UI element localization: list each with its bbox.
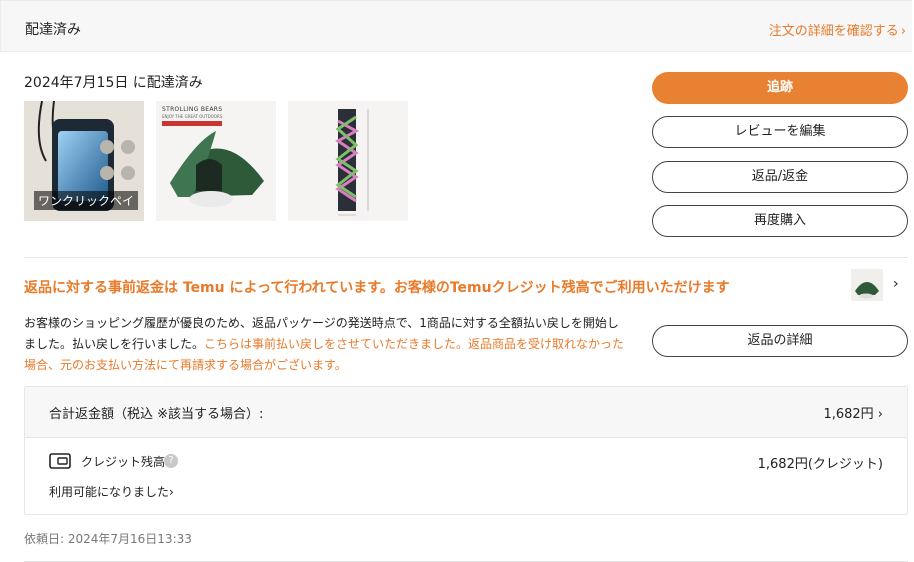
tent-mini-image xyxy=(851,269,883,301)
chevron-right-icon[interactable]: › xyxy=(893,276,899,292)
refund-info-title: 返品に対する事前返金は Temu によって行われています。お客様のTemuクレジ… xyxy=(24,280,730,296)
chevron-right-icon: › xyxy=(169,485,174,499)
wallet-icon xyxy=(49,453,71,473)
status-title: 配達済み xyxy=(25,22,81,38)
refund-item-thumbnail[interactable] xyxy=(851,269,883,301)
chevron-right-icon: › xyxy=(877,407,883,422)
credit-available-link[interactable]: 利用可能になりました› xyxy=(49,483,174,500)
refund-summary: 合計返金額（税込 ※該当する場合）: 1,682円 › クレジット残高 ? 1,… xyxy=(24,386,908,515)
refund-notice: お客様のショッピング履歴が優良のため、返品パッケージの発送時点で、1商品に対する… xyxy=(24,313,628,376)
credit-balance-label: クレジット残高 xyxy=(81,455,166,469)
order-details-link[interactable]: 注文の詳細を確認する › xyxy=(769,20,906,39)
order-status-header: 配達済み 注文の詳細を確認する › xyxy=(0,0,912,52)
refund-total-label: 合計返金額（税込 ※該当する場合）: xyxy=(49,407,264,422)
edit-review-button[interactable]: レビューを編集 xyxy=(652,116,908,148)
tent-image xyxy=(170,131,264,207)
credit-balance-value: 1,682円(クレジット) xyxy=(757,457,883,472)
request-date: 依頼日: 2024年7月16日13:33 xyxy=(24,532,192,546)
delivery-date: 2024年7月15日 に配達済み xyxy=(24,75,203,91)
track-button[interactable]: 追跡 xyxy=(652,72,908,104)
section-divider xyxy=(24,257,908,258)
return-details-button[interactable]: 返品の詳細 xyxy=(652,325,908,357)
buy-again-button[interactable]: 再度購入 xyxy=(652,205,908,237)
product-thumbnail-tent[interactable]: STROLLING BEARS ENJOY THE GREAT OUTDOORS xyxy=(156,101,276,221)
refund-total-row[interactable]: 合計返金額（税込 ※該当する場合）: 1,682円 › xyxy=(25,387,907,438)
one-click-pay-badge: ワンクリックペイ xyxy=(34,191,139,210)
help-icon[interactable]: ? xyxy=(164,454,178,468)
return-refund-button[interactable]: 返品/返金 xyxy=(652,161,908,193)
product-thumbnail-long-bag[interactable] xyxy=(288,101,408,221)
chevron-right-icon: › xyxy=(900,24,906,39)
product-thumbnail-phone-pouch[interactable]: ワンクリックペイ xyxy=(24,101,144,221)
refund-total-value: 1,682円 › xyxy=(823,407,883,422)
long-bag-image xyxy=(335,109,369,216)
